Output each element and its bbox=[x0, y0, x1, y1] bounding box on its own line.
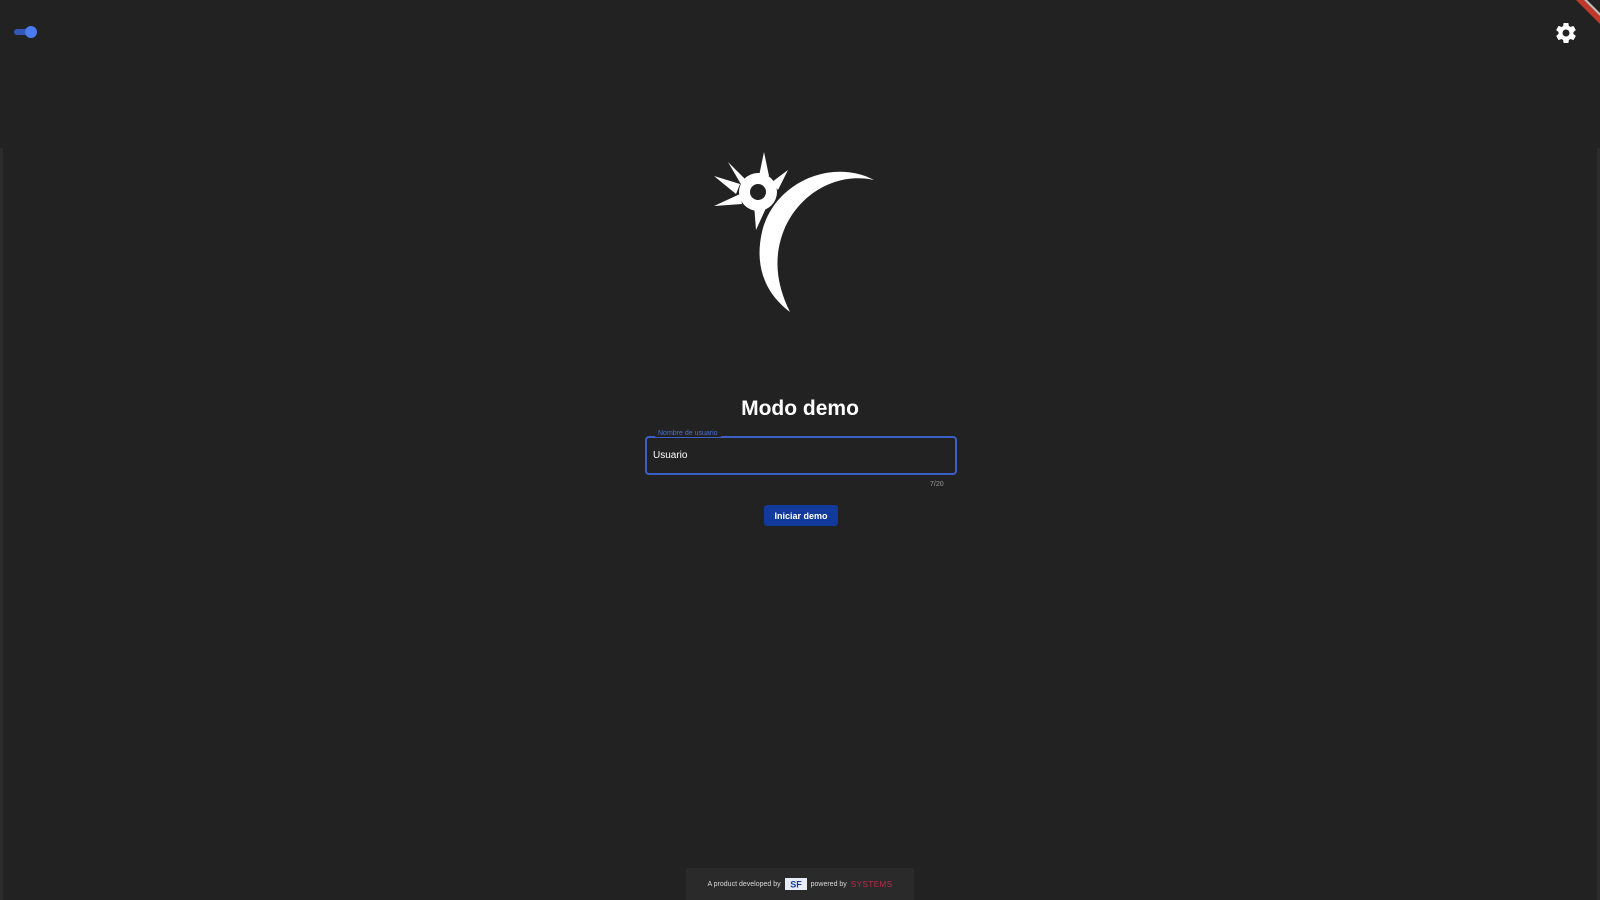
powered-by-logo[interactable]: SYSTEMS bbox=[851, 880, 893, 889]
page: Modo demo Nombre de usuario 7/20 Iniciar… bbox=[0, 0, 1600, 900]
theme-toggle[interactable] bbox=[14, 26, 37, 38]
username-input[interactable] bbox=[653, 446, 943, 464]
footer-developed-text: A product developed by bbox=[707, 880, 781, 888]
start-demo-button[interactable]: Iniciar demo bbox=[764, 505, 838, 526]
left-edge-divider bbox=[0, 148, 3, 900]
settings-button[interactable] bbox=[1554, 21, 1578, 45]
developer-logo-icon[interactable]: SF bbox=[784, 878, 807, 890]
footer-powered-text: powered by bbox=[810, 880, 847, 888]
character-counter: 7/20 bbox=[930, 481, 944, 488]
star-crescent-logo-icon bbox=[714, 152, 874, 312]
gear-icon bbox=[1556, 23, 1576, 44]
developer-logo-text: SF bbox=[790, 880, 802, 890]
page-title: Modo demo bbox=[741, 397, 859, 420]
app-logo bbox=[714, 152, 884, 312]
toggle-thumb bbox=[25, 26, 37, 38]
username-field-label: Nombre de usuario bbox=[655, 430, 721, 437]
footer-credits: A product developed by SF powered by SYS… bbox=[686, 868, 914, 900]
username-field[interactable]: Nombre de usuario bbox=[645, 430, 957, 475]
